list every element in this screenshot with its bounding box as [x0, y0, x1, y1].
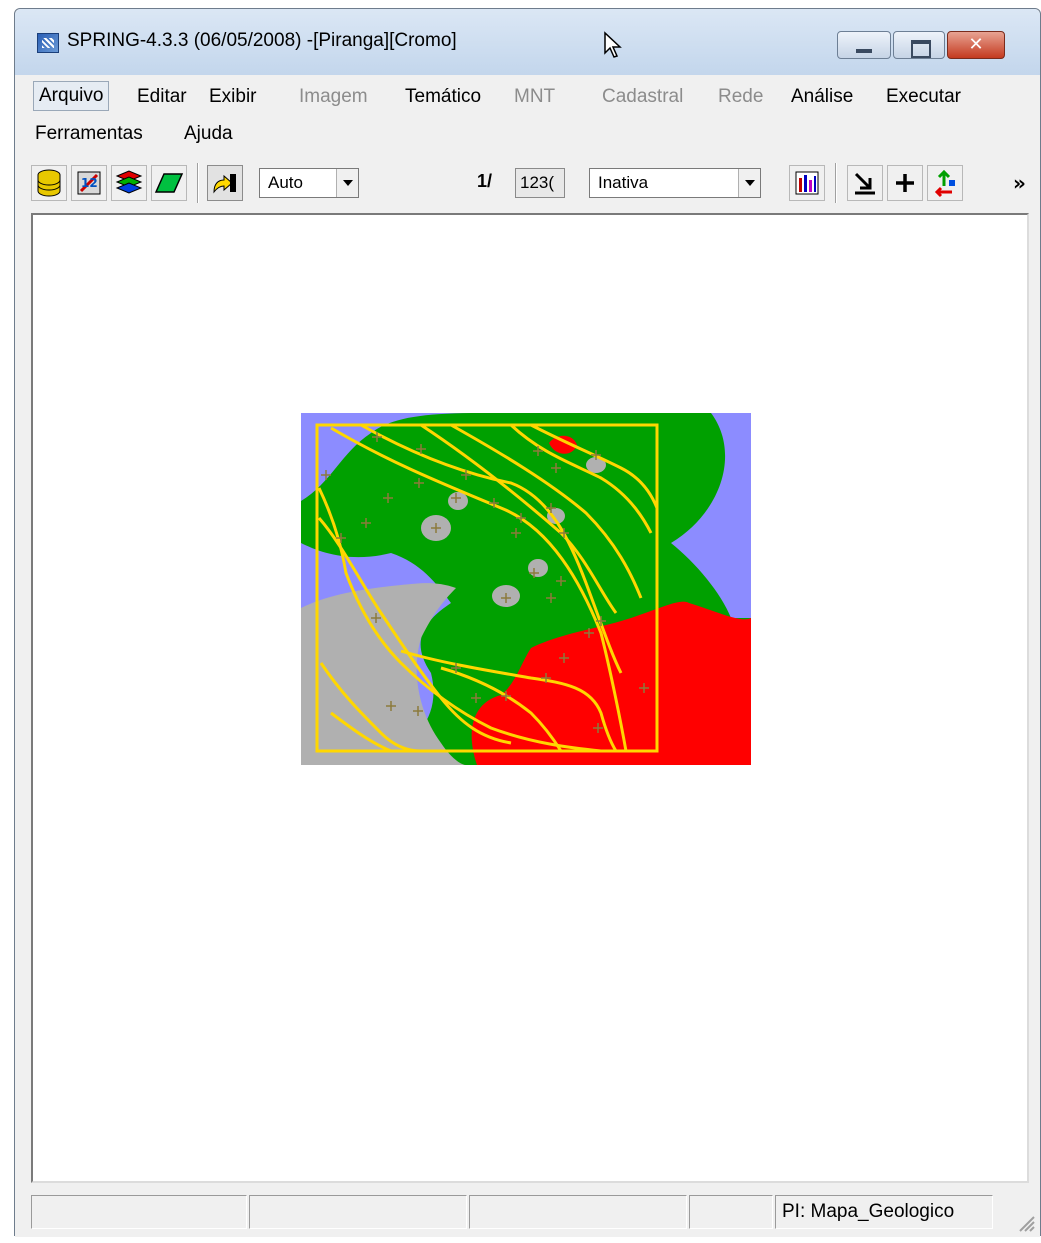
status-panel — [249, 1195, 467, 1229]
mouse-cursor-icon — [604, 31, 622, 58]
status-panel — [31, 1195, 247, 1229]
chart-button[interactable] — [789, 165, 825, 201]
menu-label: Ferramentas — [35, 123, 143, 144]
status-panel — [689, 1195, 773, 1229]
plane-icon — [154, 173, 184, 193]
menu-label: Análise — [791, 86, 854, 107]
cursor-mode-value: Inativa — [598, 173, 649, 192]
database-button[interactable] — [31, 165, 67, 201]
menu-cadastral[interactable]: Cadastral — [597, 82, 688, 112]
swap-button[interactable] — [927, 165, 963, 201]
layers-button[interactable] — [111, 165, 147, 201]
toolbar: 12 Auto 1/ 123(Inativa » — [15, 155, 1040, 213]
gray-patch — [528, 559, 548, 577]
status-bar: PI: Mapa_Geologico — [15, 1185, 1040, 1237]
menu-label: Cadastral — [602, 86, 684, 107]
toolbar-separator — [835, 163, 837, 203]
menu-label: Ajuda — [184, 123, 233, 144]
menu-exibir[interactable]: Exibir — [204, 82, 262, 112]
menu-editar[interactable]: Editar — [132, 82, 192, 112]
cursor-mode-select[interactable]: Inativa — [589, 168, 761, 198]
scale-input[interactable]: 123( — [515, 168, 565, 198]
window-title: SPRING-4.3.3 (06/05/2008) -[Piranga][Cro… — [67, 30, 457, 51]
menu-mnt[interactable]: MNT — [509, 82, 560, 112]
pointer-icon — [213, 174, 236, 194]
menu-label: Editar — [137, 86, 187, 107]
svg-text:12: 12 — [81, 176, 98, 190]
menu-label: Exibir — [209, 86, 257, 107]
minimize-button[interactable] — [837, 31, 891, 59]
menu-tematico[interactable]: Temático — [400, 82, 486, 112]
resize-grip-icon[interactable] — [1014, 1211, 1036, 1233]
chart-icon — [795, 171, 819, 195]
geologic-map[interactable] — [301, 413, 751, 765]
menu-analise[interactable]: Análise — [786, 82, 858, 112]
menu-bar: Arquivo Editar Exibir Imagem Temático MN… — [15, 75, 1040, 155]
menu-imagem[interactable]: Imagem — [294, 82, 373, 112]
menu-ajuda[interactable]: Ajuda — [179, 119, 238, 149]
menu-arquivo[interactable]: Arquivo — [33, 81, 110, 111]
close-button[interactable]: ✕ — [947, 31, 1005, 59]
plane-button[interactable] — [151, 165, 187, 201]
menu-label: Arquivo — [39, 85, 104, 106]
menu-executar[interactable]: Executar — [881, 82, 966, 112]
status-pi-name: PI: Mapa_Geologico — [775, 1195, 993, 1229]
close-icon: ✕ — [968, 34, 984, 55]
tool-icon: 12 — [77, 171, 101, 195]
map-canvas[interactable] — [31, 213, 1029, 1183]
menu-rede[interactable]: Rede — [713, 82, 768, 112]
maximize-button[interactable] — [893, 31, 945, 59]
scale-prefix: 1/ — [477, 171, 493, 191]
spring-app-icon[interactable] — [37, 33, 59, 53]
chevron-down-icon[interactable] — [336, 169, 358, 197]
tool-button[interactable]: 12 — [71, 165, 107, 201]
menu-label: MNT — [514, 86, 556, 107]
zoom-mode-select[interactable]: Auto — [259, 168, 359, 198]
gray-patch — [448, 492, 468, 510]
database-icon — [37, 169, 61, 197]
arrow-down-right-icon — [854, 172, 875, 195]
layers-icon — [115, 170, 143, 194]
chevron-down-icon[interactable] — [738, 169, 760, 197]
menu-ferramentas[interactable]: Ferramentas — [30, 119, 148, 149]
pointer-button[interactable] — [207, 165, 243, 201]
menu-label: Rede — [718, 86, 764, 107]
menu-label: Imagem — [299, 86, 368, 107]
status-panel — [469, 1195, 687, 1229]
toolbar-overflow-icon[interactable]: » — [1013, 171, 1026, 195]
spring-window: SPRING-4.3.3 (06/05/2008) -[Piranga][Cro… — [14, 8, 1041, 1237]
plus-button[interactable] — [887, 165, 923, 201]
zoom-mode-value: Auto — [268, 173, 303, 192]
title-bar[interactable]: SPRING-4.3.3 (06/05/2008) -[Piranga][Cro… — [15, 9, 1040, 75]
plus-icon — [896, 174, 914, 192]
toolbar-separator — [197, 163, 199, 203]
arrow-down-right-button[interactable] — [847, 165, 883, 201]
menu-label: Temático — [405, 86, 482, 107]
swap-icon — [934, 169, 955, 198]
menu-label: Executar — [886, 86, 961, 107]
